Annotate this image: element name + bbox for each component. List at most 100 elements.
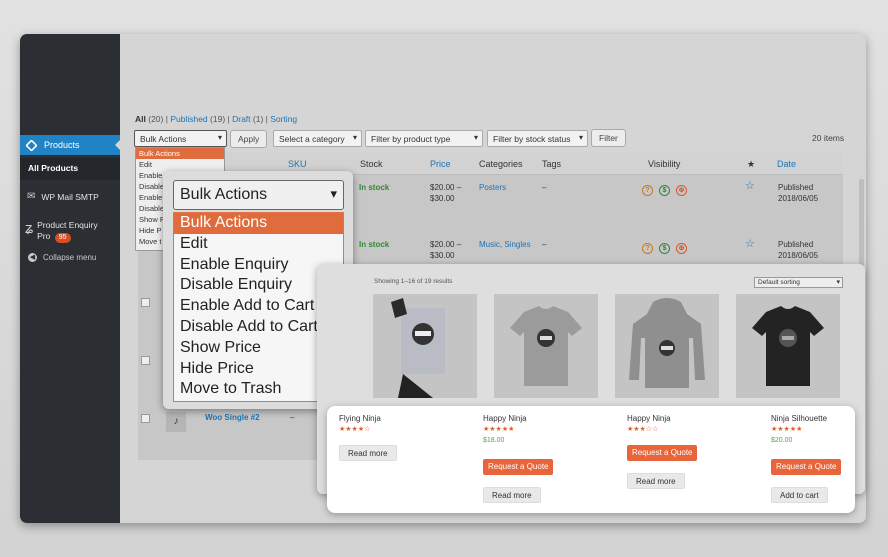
col-date[interactable]: Date <box>777 159 796 169</box>
enquiry-icon[interactable]: ? <box>642 185 653 196</box>
bulk-option-bulk-actions[interactable]: Bulk Actions <box>174 213 343 234</box>
read-more-button[interactable]: Read more <box>339 445 397 461</box>
products-icon <box>25 138 38 152</box>
star-icon[interactable]: ☆ <box>745 237 755 250</box>
product-price: $18.00 <box>483 437 505 444</box>
product-name[interactable]: Flying Ninja <box>339 414 381 423</box>
rating-stars: ★★★★☆ <box>339 426 371 433</box>
row-checkbox[interactable] <box>141 298 150 307</box>
request-quote-button[interactable]: Request a Quote <box>771 459 842 475</box>
product-name[interactable]: Happy Ninja <box>483 414 527 423</box>
row1-price: $20.00 – $30.00 <box>430 182 461 204</box>
row2-price-to: $30.00 <box>430 251 455 260</box>
row2-category[interactable]: Music, Singles <box>479 239 531 250</box>
apply-button[interactable]: Apply <box>230 130 268 148</box>
sidebar-item-label: Products <box>44 140 80 150</box>
bulk-option-edit[interactable]: Edit <box>174 234 343 255</box>
row1-price-from: $20.00 – <box>430 183 462 192</box>
row2-price-from: $20.00 – <box>430 240 462 249</box>
add-to-cart-button[interactable]: Add to cart <box>771 487 828 503</box>
bulk-option[interactable]: Edit <box>136 159 224 170</box>
read-more-button[interactable]: Read more <box>483 487 541 503</box>
product-image-flying-ninja[interactable] <box>373 294 477 398</box>
row-checkbox[interactable] <box>141 414 150 423</box>
enquiry-icon[interactable]: ? <box>642 243 653 254</box>
row1-date: Published 2018/06/05 <box>778 182 818 204</box>
row1-tags: – <box>542 183 547 192</box>
filter-published[interactable]: Published <box>170 114 207 124</box>
collapse-label: Collapse menu <box>43 253 97 262</box>
filter-all-count: (20) <box>148 114 164 124</box>
col-visibility: Visibility <box>648 159 681 169</box>
row2-stock: In stock <box>359 240 390 249</box>
mail-icon: ✉ <box>27 191 36 202</box>
screenshot-root: Products All Products ✉ WP Mail SMTP ʑ P… <box>0 0 888 557</box>
product-cards: Flying Ninja ★★★★☆ Read more Happy Ninja… <box>327 406 855 513</box>
rating-stars: ★★★☆☆ <box>627 426 659 433</box>
col-sku[interactable]: SKU <box>288 159 307 169</box>
filter-published-count: (19) <box>210 114 226 124</box>
rating-stars: ★★★★★ <box>771 426 803 433</box>
filter-sorting[interactable]: Sorting <box>270 114 297 124</box>
sidebar-item-label: WP Mail SMTP <box>41 191 99 202</box>
row1-price-to: $30.00 <box>430 194 455 203</box>
status-filter-links: All (20) | Published (19) | Draft (1) | … <box>135 114 298 124</box>
sidebar-item-wp-mail-smtp[interactable]: ✉ WP Mail SMTP <box>20 191 120 202</box>
row2-date: Published 2018/06/05 <box>778 239 818 261</box>
col-stock: Stock <box>360 159 383 169</box>
col-featured: ★ <box>747 159 756 169</box>
row1-date-value: 2018/06/05 <box>778 194 819 203</box>
row2-date-value: 2018/06/05 <box>778 251 819 260</box>
product-type-select[interactable]: Filter by product type <box>365 130 483 147</box>
row-checkbox[interactable] <box>141 356 150 365</box>
request-quote-button[interactable]: Request a Quote <box>483 459 554 475</box>
col-categories: Categories <box>479 159 523 169</box>
request-quote-button[interactable]: Request a Quote <box>627 445 698 461</box>
cart-icon[interactable]: ⊕ <box>676 185 687 196</box>
col-price[interactable]: Price <box>430 159 451 169</box>
items-count: 20 items <box>812 133 845 143</box>
sidebar-item-label: Product Enquiry Pro 95 <box>37 220 98 243</box>
product-name[interactable]: Happy Ninja <box>627 414 671 423</box>
star-icon[interactable]: ☆ <box>745 179 755 192</box>
enquiry-label-line1: Product Enquiry <box>37 220 98 230</box>
filter-draft-count: (1) <box>252 114 264 124</box>
enquiry-label-line2: Pro <box>37 231 51 241</box>
row2-status: Published <box>778 240 814 249</box>
sorting-select[interactable]: Default sorting <box>754 277 843 288</box>
product-name[interactable]: Ninja Silhouette <box>771 414 827 423</box>
product-image-ninja-silhouette[interactable] <box>736 294 840 398</box>
product-image-happy-ninja-hoodie[interactable] <box>615 294 719 398</box>
row1-stock: In stock <box>359 183 390 192</box>
row1-category[interactable]: Posters <box>479 182 506 193</box>
read-more-button[interactable]: Read more <box>627 473 685 489</box>
woo-single-link[interactable]: Woo Single #2 <box>205 412 260 423</box>
row1-status: Published <box>778 183 814 192</box>
enquiry-icon: ʑ <box>25 220 34 237</box>
stock-status-select[interactable]: Filter by stock status <box>487 130 588 147</box>
row2-tags: – <box>542 240 547 249</box>
sidebar-item-products[interactable]: Products <box>20 135 120 155</box>
filter-draft[interactable]: Draft <box>232 114 250 124</box>
sidebar-item-product-enquiry[interactable]: ʑ Product Enquiry Pro 95 <box>20 220 120 243</box>
category-select[interactable]: Select a category <box>273 130 362 147</box>
collapse-menu-button[interactable]: ◀ Collapse menu <box>20 253 120 262</box>
cart-icon[interactable]: ⊕ <box>676 243 687 254</box>
product-image-happy-ninja-tshirt[interactable] <box>494 294 598 398</box>
filter-button[interactable]: Filter <box>591 129 626 147</box>
bulk-actions-select-zoom[interactable]: Bulk Actions <box>173 180 344 210</box>
rating-stars: ★★★★★ <box>483 426 515 433</box>
bulk-option[interactable]: Bulk Actions <box>136 148 224 159</box>
admin-sidebar: Products All Products ✉ WP Mail SMTP ʑ P… <box>20 34 120 523</box>
results-count: Showing 1–16 of 19 results <box>374 278 453 285</box>
price-icon[interactable]: $ <box>659 185 670 196</box>
collapse-icon: ◀ <box>28 253 37 262</box>
filter-all[interactable]: All <box>135 114 146 124</box>
price-icon[interactable]: $ <box>659 243 670 254</box>
product-price: $20.00 <box>771 437 793 444</box>
bulk-actions-select[interactable]: Bulk Actions <box>134 130 227 147</box>
sidebar-item-all-products[interactable]: All Products <box>20 158 120 180</box>
col-tags: Tags <box>542 159 562 169</box>
product-thumbnail: ♪ <box>166 412 186 432</box>
woo-single-sku: – <box>290 413 295 422</box>
